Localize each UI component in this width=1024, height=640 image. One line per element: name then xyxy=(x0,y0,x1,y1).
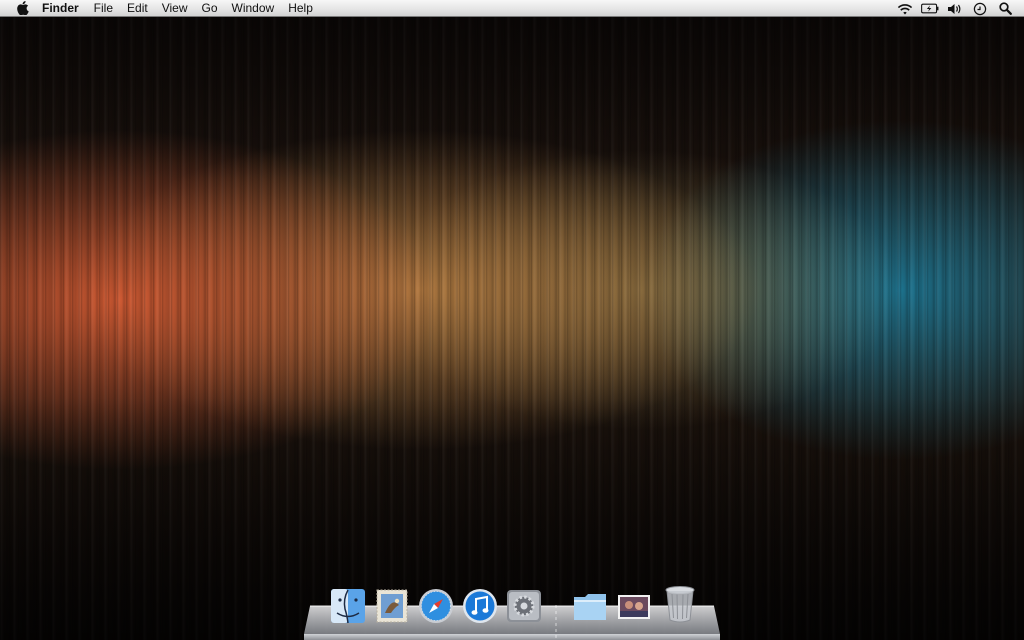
itunes-icon[interactable] xyxy=(460,586,500,626)
volume-icon[interactable] xyxy=(946,1,964,16)
time-machine-icon[interactable] xyxy=(971,1,989,16)
finder-icon[interactable] xyxy=(328,586,368,626)
desktop[interactable]: Finder File Edit View Go Window Help xyxy=(0,0,1024,640)
spotlight-icon[interactable] xyxy=(996,1,1014,16)
photos-stack-icon[interactable] xyxy=(614,586,654,626)
apple-menu-icon[interactable] xyxy=(15,1,29,15)
menu-edit[interactable]: Edit xyxy=(120,0,155,17)
menu-extras xyxy=(889,0,1014,17)
menu-view[interactable]: View xyxy=(155,0,195,17)
mail-icon[interactable] xyxy=(372,586,412,626)
menu-help[interactable]: Help xyxy=(281,0,320,17)
menu-file[interactable]: File xyxy=(87,0,120,17)
system-preferences-icon[interactable] xyxy=(504,586,544,626)
wifi-icon[interactable] xyxy=(896,1,914,16)
documents-folder-icon[interactable] xyxy=(570,586,610,626)
trash-icon[interactable] xyxy=(660,584,700,624)
menu-bar: Finder File Edit View Go Window Help xyxy=(0,0,1024,17)
menu-window[interactable]: Window xyxy=(225,0,282,17)
wallpaper-vignette xyxy=(0,0,1024,640)
menu-finder[interactable]: Finder xyxy=(42,0,87,17)
safari-icon[interactable] xyxy=(416,586,456,626)
menu-go[interactable]: Go xyxy=(195,0,225,17)
dock-separator xyxy=(555,605,557,639)
battery-icon[interactable] xyxy=(921,1,939,16)
